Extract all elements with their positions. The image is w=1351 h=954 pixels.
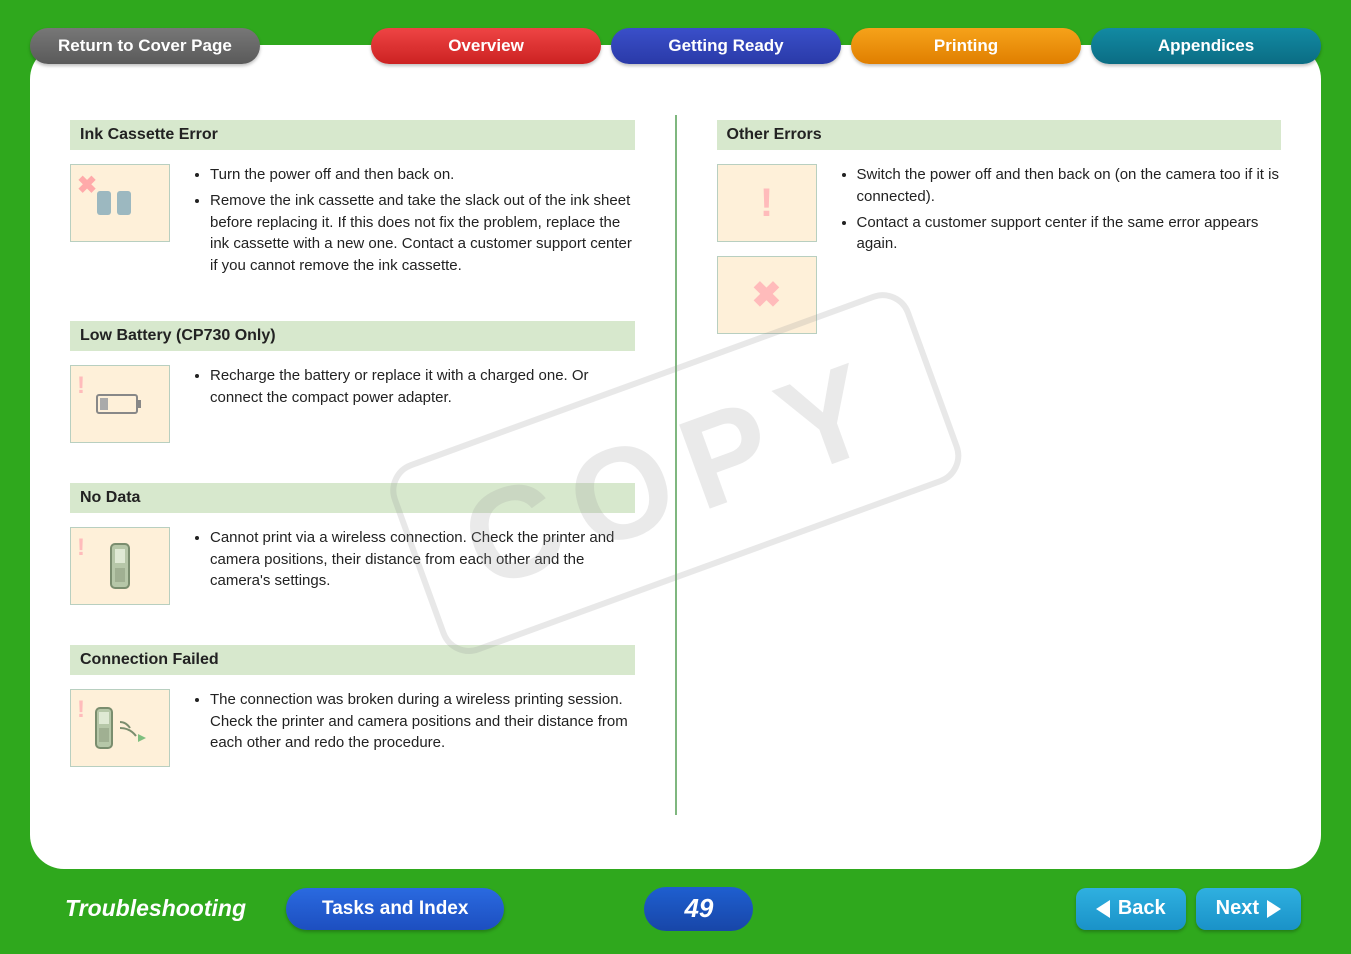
exclaim-icon: ! (77, 534, 85, 562)
no-data-icon: ! (70, 527, 170, 605)
appendices-button[interactable]: Appendices (1091, 28, 1321, 64)
section-label: Troubleshooting (65, 895, 246, 922)
bullet-item: Cannot print via a wireless connection. … (210, 527, 635, 592)
next-label: Next (1216, 897, 1259, 920)
x-icon: ✖ (77, 171, 97, 200)
ink-cassette-error-icon: ✖ (70, 164, 170, 242)
bullet-item: Switch the power off and then back on (o… (857, 164, 1282, 208)
bullet-list: Cannot print via a wireless connection. … (190, 527, 635, 605)
bullet-item: Turn the power off and then back on. (210, 164, 635, 186)
bullet-list: Recharge the battery or replace it with … (190, 365, 635, 443)
section-title: Connection Failed (70, 645, 635, 675)
section-connection-failed: Connection Failed ! (70, 645, 635, 767)
low-battery-icon: ! (70, 365, 170, 443)
triangle-left-icon (1096, 900, 1110, 918)
bullet-list: Turn the power off and then back on. Rem… (190, 164, 635, 281)
bullet-item: Contact a customer support center if the… (857, 212, 1282, 256)
bullet-list: Switch the power off and then back on (o… (837, 164, 1282, 334)
other-error-x-icon: ✖ (717, 256, 817, 334)
bullet-item: Remove the ink cassette and take the sla… (210, 190, 635, 277)
triangle-right-icon (1267, 900, 1281, 918)
bullet-item: The connection was broken during a wirel… (210, 689, 635, 754)
right-column: Other Errors ! ✖ Switch the power off an… (717, 120, 1282, 839)
exclaim-icon: ! (77, 372, 85, 400)
other-error-warning-icon: ! (717, 164, 817, 242)
tasks-and-index-button[interactable]: Tasks and Index (286, 888, 504, 930)
section-other-errors: Other Errors ! ✖ Switch the power off an… (717, 120, 1282, 334)
connection-failed-icon: ! (70, 689, 170, 767)
section-low-battery: Low Battery (CP730 Only) ! (70, 321, 635, 443)
return-button[interactable]: Return to Cover Page (30, 28, 260, 64)
bullet-item: Recharge the battery or replace it with … (210, 365, 635, 409)
left-column: Ink Cassette Error ✖ Turn t (70, 120, 635, 839)
page-panel: COPY Ink Cassette Error ✖ (30, 45, 1321, 869)
column-divider (675, 115, 677, 815)
printing-button[interactable]: Printing (851, 28, 1081, 64)
next-button[interactable]: Next (1196, 888, 1301, 930)
section-ink-cassette-error: Ink Cassette Error ✖ Turn t (70, 120, 635, 281)
section-title: Other Errors (717, 120, 1282, 150)
overview-button[interactable]: Overview (371, 28, 601, 64)
back-label: Back (1118, 897, 1166, 920)
section-no-data: No Data ! (70, 483, 635, 605)
footer-bar: Troubleshooting Tasks and Index 49 Back … (0, 881, 1351, 936)
back-button[interactable]: Back (1076, 888, 1186, 930)
section-title: No Data (70, 483, 635, 513)
exclaim-icon: ! (760, 181, 773, 226)
top-nav: Return to Cover Page Overview Getting Re… (30, 28, 1321, 64)
bullet-list: The connection was broken during a wirel… (190, 689, 635, 767)
getting-ready-button[interactable]: Getting Ready (611, 28, 841, 64)
section-title: Low Battery (CP730 Only) (70, 321, 635, 351)
x-icon: ✖ (751, 274, 781, 316)
exclaim-icon: ! (77, 696, 85, 724)
section-title: Ink Cassette Error (70, 120, 635, 150)
page-number-badge: 49 (644, 887, 753, 931)
